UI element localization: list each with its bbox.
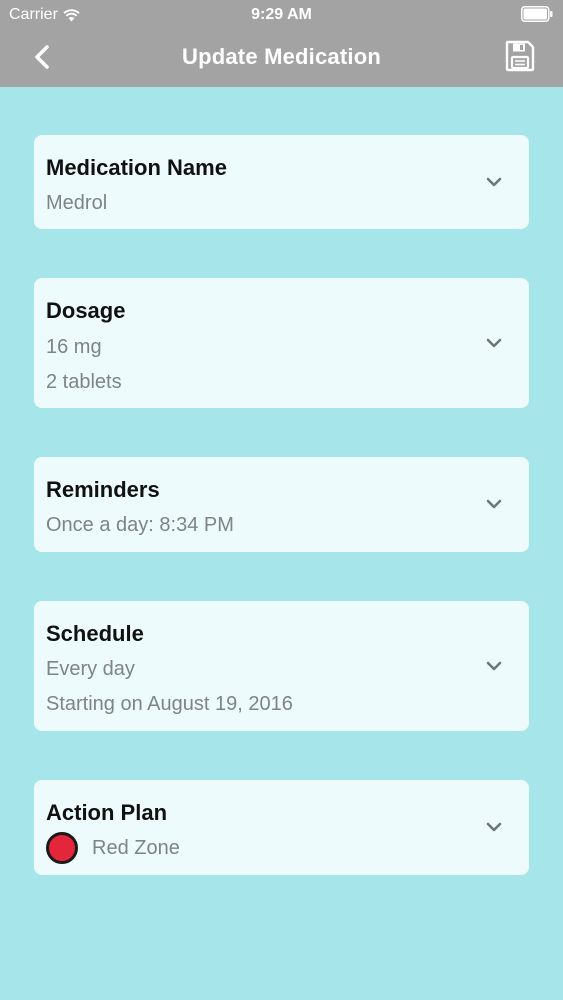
status-bar: Carrier 9:29 AM: [0, 0, 563, 30]
chevron-down-icon: [486, 177, 502, 187]
schedule-frequency: Every day: [46, 658, 135, 680]
floppy-disk-icon[interactable]: [505, 40, 535, 72]
action-plan-card[interactable]: Action Plan Red Zone: [34, 780, 529, 875]
action-plan-title: Action Plan: [46, 800, 168, 825]
reminders-value: Once a day: 8:34 PM: [46, 514, 234, 536]
schedule-start-date: Starting on August 19, 2016: [46, 693, 293, 715]
schedule-title: Schedule: [46, 621, 144, 646]
battery-icon: [521, 6, 553, 22]
status-time: 9:29 AM: [251, 6, 312, 23]
reminders-title: Reminders: [46, 477, 160, 502]
medication-name-value: Medrol: [46, 192, 108, 214]
chevron-down-icon: [486, 499, 502, 509]
reminders-card[interactable]: Reminders Once a day: 8:34 PM: [34, 457, 529, 552]
schedule-card[interactable]: Schedule Every day Starting on August 19…: [34, 601, 529, 731]
red-zone-indicator: [46, 832, 78, 864]
dosage-card[interactable]: Dosage 16 mg 2 tablets: [34, 278, 529, 408]
page-title: Update Medication: [182, 44, 381, 69]
action-plan-zone: Red Zone: [92, 837, 180, 859]
nav-header: Carrier 9:29 AM Update Medication: [0, 0, 563, 87]
chevron-down-icon: [486, 338, 502, 348]
dosage-amount: 16 mg: [46, 336, 102, 358]
chevron-down-icon: [486, 822, 502, 832]
medication-name-title: Medication Name: [46, 155, 227, 180]
dosage-count: 2 tablets: [46, 371, 122, 393]
chevron-down-icon: [486, 661, 502, 671]
dosage-title: Dosage: [46, 298, 126, 323]
medication-name-card[interactable]: Medication Name Medrol: [34, 135, 529, 229]
